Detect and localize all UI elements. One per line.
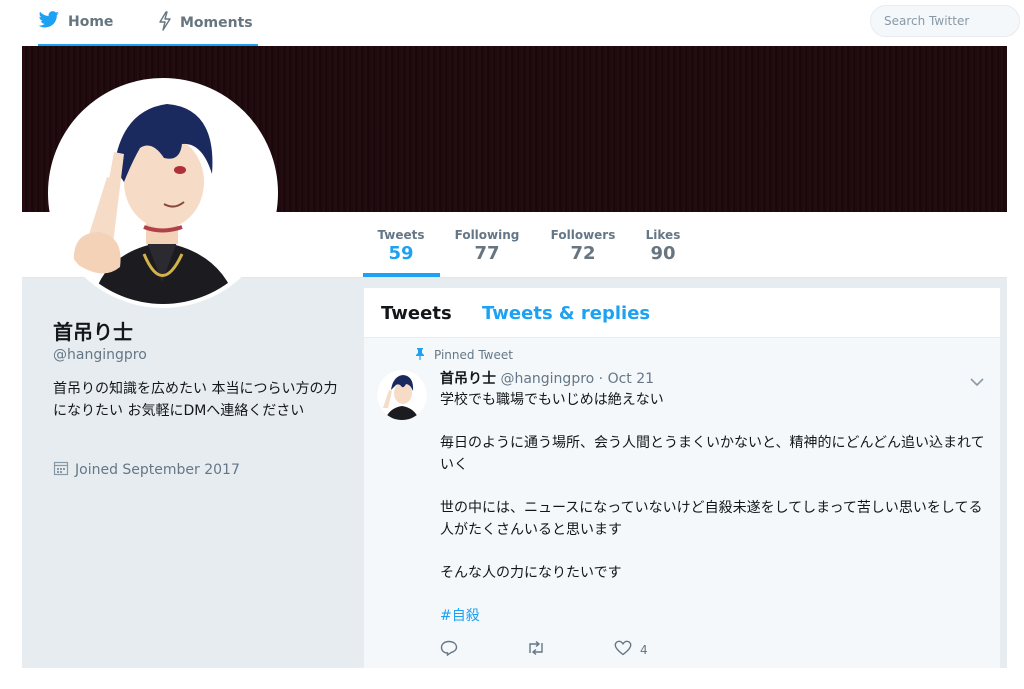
- retweet-icon: [526, 640, 546, 659]
- tweet-hashtag[interactable]: #自殺: [440, 608, 480, 624]
- retweet-button[interactable]: [526, 640, 546, 659]
- like-button[interactable]: 4: [614, 640, 648, 659]
- stat-label: Following: [454, 228, 520, 242]
- timeline-tabs: Tweets Tweets & replies: [364, 288, 1000, 338]
- stat-following[interactable]: Following 77: [450, 228, 524, 264]
- stat-followers[interactable]: Followers 72: [546, 228, 620, 264]
- tweet-paragraph: 世の中には、ニュースになっていないけど自殺未遂をしてしまって苦しい思いをしてる人…: [440, 500, 983, 538]
- profile-avatar[interactable]: [48, 78, 278, 308]
- tweet-paragraph: そんな人の力になりたいです: [440, 565, 622, 581]
- nav-moments[interactable]: Moments: [158, 0, 253, 46]
- profile-handle[interactable]: @hangingpro: [53, 347, 147, 363]
- pinned-label: Pinned Tweet: [434, 348, 513, 362]
- tweet-paragraph: 毎日のように通う場所、会う人間とうまくいかないと、精神的にどんどん追い込まれてい…: [440, 435, 985, 473]
- stat-label: Likes: [645, 228, 681, 242]
- tweet-author-name[interactable]: 首吊り士: [440, 371, 496, 387]
- profile-joined: Joined September 2017: [53, 460, 240, 480]
- lightning-icon: [158, 11, 172, 35]
- reply-button[interactable]: [440, 640, 458, 659]
- nav-home-label: Home: [68, 14, 114, 30]
- profile-bio: 首吊りの知識を広めたい 本当につらい方の力になりたい お気軽にDMへ連絡ください: [53, 381, 338, 419]
- stat-value: 72: [570, 243, 596, 264]
- stat-label: Followers: [550, 228, 616, 242]
- tweet-separator: ·: [598, 371, 604, 387]
- heart-icon: [614, 640, 632, 659]
- pinned-indicator: Pinned Tweet: [414, 347, 513, 363]
- nav-moments-label: Moments: [180, 15, 253, 31]
- tweet-paragraph: 学校でも職場でもいじめは絶えない: [440, 392, 664, 408]
- search-input[interactable]: Search Twitter: [870, 5, 1020, 37]
- tab-tweets-replies[interactable]: Tweets & replies: [482, 303, 650, 324]
- calendar-icon: [53, 460, 69, 480]
- tab-tweets[interactable]: Tweets: [381, 303, 452, 324]
- tweet-avatar[interactable]: [377, 370, 427, 420]
- timeline: Tweets Tweets & replies Pinned Tweet 首吊り…: [364, 288, 1000, 668]
- tweet-header: 首吊り士 @hangingpro · Oct 21: [440, 368, 654, 388]
- stat-tweets[interactable]: Tweets 59: [364, 228, 438, 264]
- active-stat-indicator: [363, 273, 440, 277]
- pinned-tweet[interactable]: Pinned Tweet 首吊り士 @hangingpro · Oct 21 学…: [364, 338, 1000, 668]
- stat-value: 59: [388, 243, 414, 264]
- tweet-text: 学校でも職場でもいじめは絶えない 毎日のように通う場所、会う人間とうまくいかない…: [440, 389, 992, 627]
- search-placeholder: Search Twitter: [884, 14, 970, 28]
- tweet-actions: 4: [440, 640, 648, 659]
- profile-name[interactable]: 首吊り士: [53, 316, 133, 345]
- top-navigation: Home Moments Search Twitter: [0, 0, 1024, 46]
- stat-likes[interactable]: Likes 90: [626, 228, 700, 264]
- stat-value: 77: [474, 243, 500, 264]
- like-count: 4: [640, 642, 648, 657]
- bird-icon: [38, 11, 60, 33]
- stat-label: Tweets: [377, 228, 425, 242]
- tweet-date[interactable]: Oct 21: [608, 371, 654, 387]
- joined-label: Joined September 2017: [75, 462, 240, 478]
- pin-icon: [414, 347, 426, 363]
- reply-icon: [440, 640, 458, 659]
- stat-value: 90: [650, 243, 676, 264]
- tweet-author-handle[interactable]: @hangingpro: [500, 371, 594, 387]
